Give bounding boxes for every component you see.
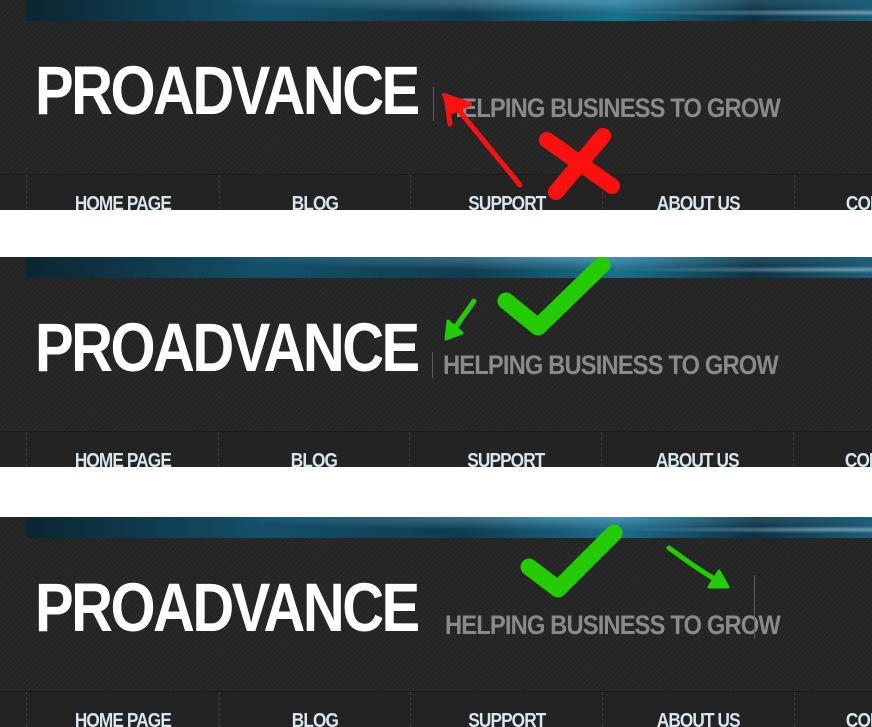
header-banner-image — [26, 0, 872, 21]
main-nav: HOME PAGE BLOG SUPPORT ABOUT US CON — [0, 691, 872, 727]
nav-item-support[interactable]: SUPPORT — [411, 692, 603, 727]
tagline-divider — [754, 575, 755, 639]
site-logo[interactable]: PROADVANCE — [35, 573, 420, 642]
logo-divider — [433, 87, 434, 121]
nav-item-about[interactable]: ABOUT US — [602, 432, 793, 467]
nav-item-blog[interactable]: BLOG — [220, 692, 410, 727]
header-variant-1: PROADVANCE HELPING BUSINESS TO GROW HOME… — [0, 0, 872, 210]
header-banner-image — [26, 257, 872, 278]
nav-item-contact[interactable]: CON — [794, 432, 872, 467]
nav-item-contact[interactable]: CON — [795, 692, 872, 727]
nav-item-blog[interactable]: BLOG — [220, 175, 410, 210]
site-tagline: HELPING BUSINESS TO GROW — [445, 610, 781, 640]
nav-item-contact[interactable]: CON — [795, 175, 872, 210]
site-tagline: HELPING BUSINESS TO GROW — [443, 350, 779, 380]
logo-divider — [432, 352, 433, 378]
main-nav: HOME PAGE BLOG SUPPORT ABOUT US CON — [0, 431, 872, 467]
nav-item-about[interactable]: ABOUT US — [603, 692, 794, 727]
nav-item-blog[interactable]: BLOG — [219, 432, 409, 467]
nav-item-about[interactable]: ABOUT US — [603, 175, 794, 210]
site-logo[interactable]: PROADVANCE — [35, 56, 420, 125]
main-nav: HOME PAGE BLOG SUPPORT ABOUT US CON — [0, 174, 872, 210]
nav-item-support[interactable]: SUPPORT — [411, 175, 603, 210]
header-variant-2: PROADVANCE HELPING BUSINESS TO GROW HOME… — [0, 257, 872, 467]
nav-item-support[interactable]: SUPPORT — [410, 432, 602, 467]
nav-item-home[interactable]: HOME PAGE — [27, 432, 218, 467]
header-banner-image — [26, 517, 872, 538]
site-logo[interactable]: PROADVANCE — [35, 313, 420, 382]
header-variant-3: PROADVANCE HELPING BUSINESS TO GROW HOME… — [0, 517, 872, 727]
nav-item-home[interactable]: HOME PAGE — [27, 692, 219, 727]
nav-item-home[interactable]: HOME PAGE — [27, 175, 219, 210]
site-tagline: HELPING BUSINESS TO GROW — [445, 93, 781, 123]
